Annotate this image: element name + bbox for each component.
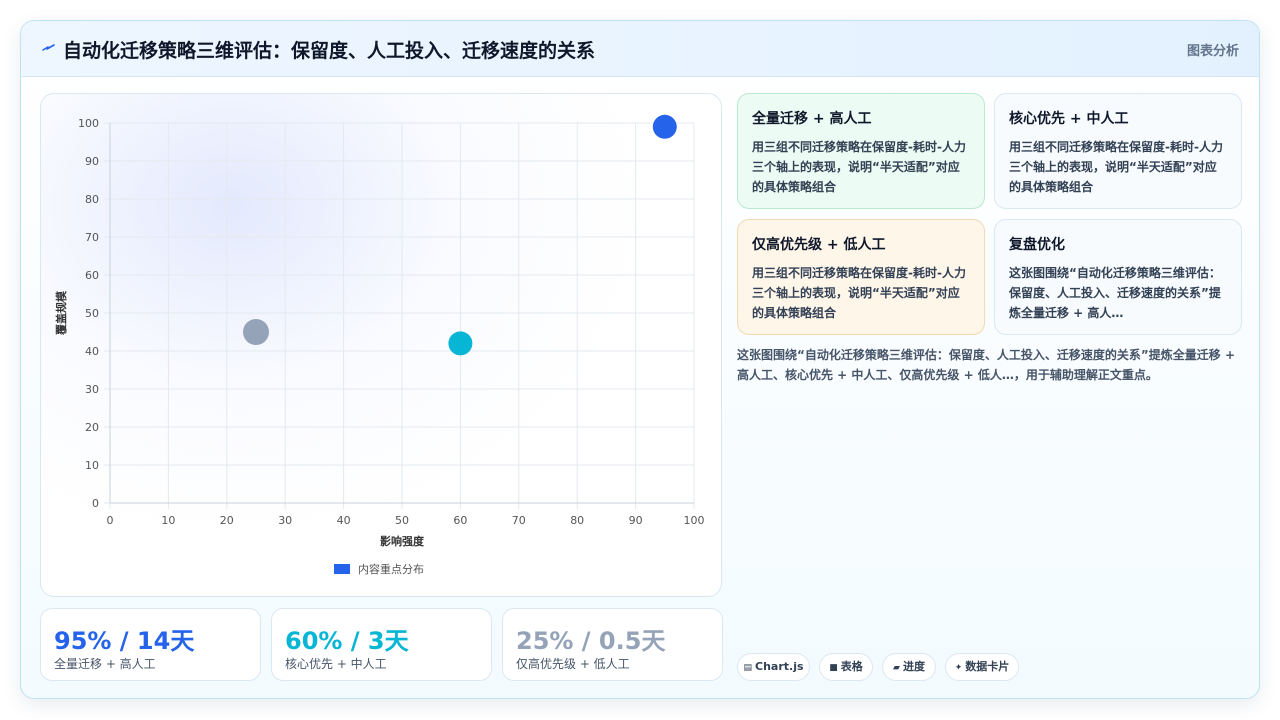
chart-icon: ▤ xyxy=(743,663,752,673)
sparkle-icon: ✦ xyxy=(954,663,963,673)
y-tick-label: 50 xyxy=(85,307,99,320)
table-icon: ■ xyxy=(829,663,838,673)
stat-label: 核心优先 + 中人工 xyxy=(285,657,387,671)
insight-desc: 这张图围绕“自动化迁移策略三维评估：保留度、人工投入、迁移速度的关系”提炼全量迁… xyxy=(1009,266,1221,320)
y-tick-label: 100 xyxy=(78,117,99,130)
chip-label: 数据卡片 xyxy=(965,660,1010,673)
bubble-point xyxy=(448,331,473,356)
legend-label: 内容重点分布 xyxy=(358,562,424,576)
chip-data-card[interactable]: ✦ 数据卡片 xyxy=(945,653,1019,681)
x-tick-label: 10 xyxy=(161,514,175,527)
stat-label: 全量迁移 + 高人工 xyxy=(54,657,156,671)
y-tick-label: 80 xyxy=(85,193,99,206)
x-tick-label: 60 xyxy=(453,514,467,527)
chip-table[interactable]: ■ 表格 xyxy=(819,653,873,681)
bubble-point xyxy=(652,114,677,139)
y-tick-label: 10 xyxy=(85,459,99,472)
stat-card-3: 25% / 0.5天 仅高优先级 + 低人工 xyxy=(502,608,723,681)
y-tick-label: 70 xyxy=(85,231,99,244)
y-tick-label: 20 xyxy=(85,421,99,434)
y-tick-label: 90 xyxy=(85,155,99,168)
x-tick-label: 80 xyxy=(570,514,584,527)
chip-label: 表格 xyxy=(840,660,863,673)
insight-title: 复盘优化 xyxy=(1009,237,1065,253)
chart-summary: 这张图围绕“自动化迁移策略三维评估：保留度、人工投入、迁移速度的关系”提炼全量迁… xyxy=(737,348,1236,382)
stat-value: 60% / 3天 xyxy=(285,627,409,655)
x-tick-label: 0 xyxy=(107,514,114,527)
x-tick-label: 70 xyxy=(512,514,526,527)
x-tick-label: 30 xyxy=(278,514,292,527)
chip-chartjs[interactable]: ▤ Chart.js xyxy=(737,653,810,681)
chart-panel: 0 10 20 30 40 50 60 70 80 90 100 0 10 20 30 40 50 60 70 80 9… xyxy=(40,93,722,597)
insight-card-3: 仅高优先级 + 低人工 用三组不同迁移策略在保留度-耗时-人力三个轴上的表现，说… xyxy=(737,219,985,335)
stat-card-1: 95% / 14天 全量迁移 + 高人工 xyxy=(40,608,261,681)
legend-swatch xyxy=(334,564,350,574)
insight-desc: 用三组不同迁移策略在保留度-耗时-人力三个轴上的表现，说明“半天适配”对应的具体… xyxy=(1009,140,1223,194)
x-tick-label: 20 xyxy=(220,514,234,527)
x-tick-label: 90 xyxy=(629,514,643,527)
insight-title: 仅高优先级 + 低人工 xyxy=(752,237,886,253)
y-tick-label: 0 xyxy=(92,497,99,510)
bubble-chart: 0 10 20 30 40 50 60 70 80 90 100 0 10 20 30 40 50 60 70 80 9… xyxy=(54,114,705,576)
report-card: 自动化迁移策略三维评估：保留度、人工投入、迁移速度的关系 图表分析 0 10 20 3… xyxy=(20,20,1260,699)
y-tick-label: 40 xyxy=(85,345,99,358)
y-axis-title: 覆盖规模 xyxy=(54,290,68,335)
chip-label: Chart.js xyxy=(755,660,804,673)
x-axis-title: 影响强度 xyxy=(380,534,425,548)
stat-label: 仅高优先级 + 低人工 xyxy=(516,657,630,671)
bubble-point xyxy=(243,319,269,345)
y-tick-label: 60 xyxy=(85,269,99,282)
header-tag: 图表分析 xyxy=(1186,44,1239,59)
progress-icon: ▰ xyxy=(893,663,900,673)
page-title: 自动化迁移策略三维评估：保留度、人工投入、迁移速度的关系 xyxy=(63,40,596,62)
stat-value: 95% / 14天 xyxy=(54,627,195,655)
chip-progress[interactable]: ▰ 进度 xyxy=(882,653,936,681)
x-tick-label: 100 xyxy=(684,514,705,527)
chip-label: 进度 xyxy=(902,660,925,673)
stat-card-2: 60% / 3天 核心优先 + 中人工 xyxy=(271,608,492,681)
card-header: 自动化迁移策略三维评估：保留度、人工投入、迁移速度的关系 图表分析 xyxy=(21,21,1259,77)
x-tick-label: 50 xyxy=(395,514,409,527)
insight-card-1: 全量迁移 + 高人工 用三组不同迁移策略在保留度-耗时-人力三个轴上的表现，说明… xyxy=(737,93,985,209)
insight-title: 核心优先 + 中人工 xyxy=(1009,111,1129,127)
insight-card-2: 核心优先 + 中人工 用三组不同迁移策略在保留度-耗时-人力三个轴上的表现，说明… xyxy=(994,93,1242,209)
x-tick-label: 40 xyxy=(337,514,351,527)
stat-value: 25% / 0.5天 xyxy=(516,627,666,655)
insight-title: 全量迁移 + 高人工 xyxy=(752,111,872,127)
insight-desc: 用三组不同迁移策略在保留度-耗时-人力三个轴上的表现，说明“半天适配”对应的具体… xyxy=(752,140,966,194)
lightning-icon xyxy=(42,44,55,51)
y-tick-label: 30 xyxy=(85,383,99,396)
insight-desc: 用三组不同迁移策略在保留度-耗时-人力三个轴上的表现，说明“半天适配”对应的具体… xyxy=(752,266,966,320)
insight-card-4: 复盘优化 这张图围绕“自动化迁移策略三维评估：保留度、人工投入、迁移速度的关系”… xyxy=(994,219,1242,335)
